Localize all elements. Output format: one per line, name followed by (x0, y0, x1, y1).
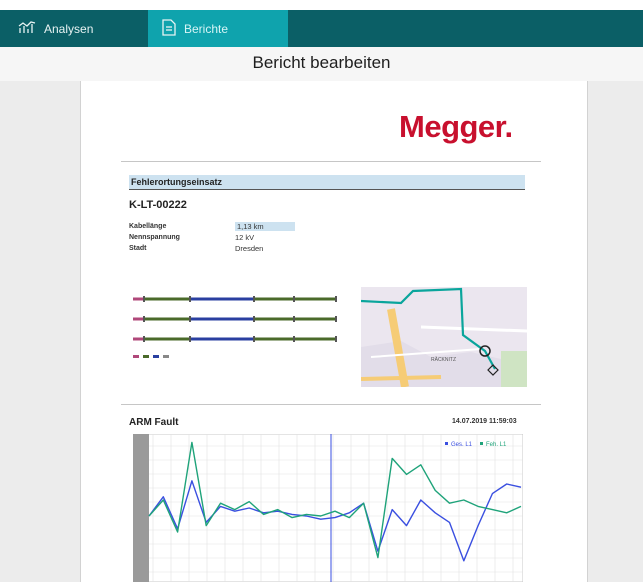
page-title: Bericht bearbeiten (0, 47, 643, 81)
tab-analysen-label: Analysen (44, 21, 94, 36)
legend-swatch-ges (445, 442, 448, 445)
cable-segment-diagram (133, 296, 337, 358)
legend-label-feh: Feh. L1 (486, 442, 507, 448)
tab-berichte-label: Berichte (184, 21, 229, 36)
detail-value-length: 1,13 km (235, 222, 295, 231)
megger-logo: Megger. (399, 109, 513, 145)
document-icon (162, 18, 176, 39)
detail-value-city: Dresden (235, 244, 264, 253)
chart-blanking-zone (133, 434, 149, 582)
arm-fault-chart: Ges. L1 Feh. L1 (133, 434, 523, 582)
map-district-label: RÄCKNITZ (431, 356, 456, 363)
right-margin (588, 81, 643, 582)
tab-analysen[interactable]: Analysen (0, 10, 148, 47)
legend-label-ges: Ges. L1 (451, 442, 473, 448)
chart-bars-icon (18, 20, 36, 37)
logo-text: Megger (399, 109, 505, 144)
section-underline (129, 189, 525, 190)
left-margin (0, 81, 80, 582)
detail-label-city: Stadt (129, 245, 147, 252)
legend-swatch-feh (480, 442, 483, 445)
detail-label-length: Kabellänge (129, 223, 167, 230)
arm-datetime: 14.07.2019 11:59:03 (452, 418, 517, 425)
detail-value-voltage: 12 kV (235, 233, 255, 242)
divider-2 (121, 404, 541, 405)
detail-label-voltage: Nennspannung (129, 234, 180, 241)
app-header: Analysen Berichte (0, 0, 643, 47)
section-title: Fehlerortungseinsatz (129, 175, 525, 190)
report-sheet[interactable]: Megger. Fehlerortungseinsatz K-LT-00222 … (80, 81, 588, 582)
arm-title: ARM Fault (129, 417, 179, 428)
tab-berichte[interactable]: Berichte (148, 10, 288, 47)
divider (121, 161, 541, 162)
location-map: RÄCKNITZ (361, 287, 527, 387)
cable-id: K-LT-00222 (129, 199, 187, 211)
logo-dot: . (504, 109, 514, 144)
diagram-legend (133, 355, 169, 358)
